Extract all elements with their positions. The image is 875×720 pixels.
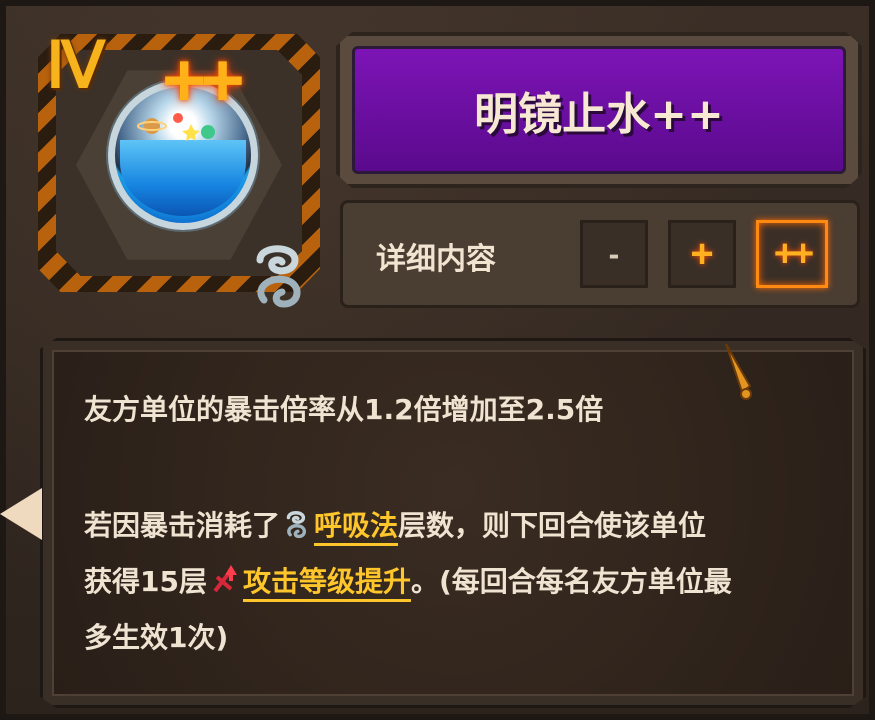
description-text: 获得15层 <box>84 565 207 598</box>
description-line-1: 友方单位的暴击倍率从1.2倍增加至2.5倍 <box>84 393 604 426</box>
level-plus-button[interactable]: + <box>668 220 736 288</box>
details-label: 详细内容 <box>376 242 496 277</box>
level-plusplus-button[interactable]: ++ <box>756 220 828 288</box>
breathing-technique-link[interactable]: 呼吸法 <box>314 509 399 546</box>
description-text: 若因暴击消耗了 <box>84 509 281 542</box>
skill-title: 明镜止水++ <box>474 89 724 140</box>
attack-level-up-link[interactable]: 攻击等级提升 <box>242 565 411 602</box>
breath-swirl-icon <box>286 511 307 539</box>
title-banner: 明镜止水++ <box>352 46 846 174</box>
quill-pen-icon <box>725 343 752 400</box>
attack-up-icon <box>213 565 237 593</box>
breath-swirl-icon <box>256 245 301 308</box>
description-text: 。(每回合每名友方单位最 <box>410 565 732 598</box>
skill-tier-label: Ⅳ <box>46 29 105 101</box>
skill-upgrade-mark: ++ <box>162 38 245 123</box>
description-line-3: 获得15层 攻击等级提升。(每回合每名友方单位最 <box>84 560 732 602</box>
level-base-button[interactable]: - <box>580 220 648 288</box>
description-line-4: 多生效1次) <box>84 621 229 654</box>
description-text: 层数，则下回合使该单位 <box>398 509 707 542</box>
description-line-2: 若因暴击消耗了 呼吸法层数，则下回合使该单位 <box>84 504 707 546</box>
previous-arrow-icon[interactable] <box>0 488 42 540</box>
